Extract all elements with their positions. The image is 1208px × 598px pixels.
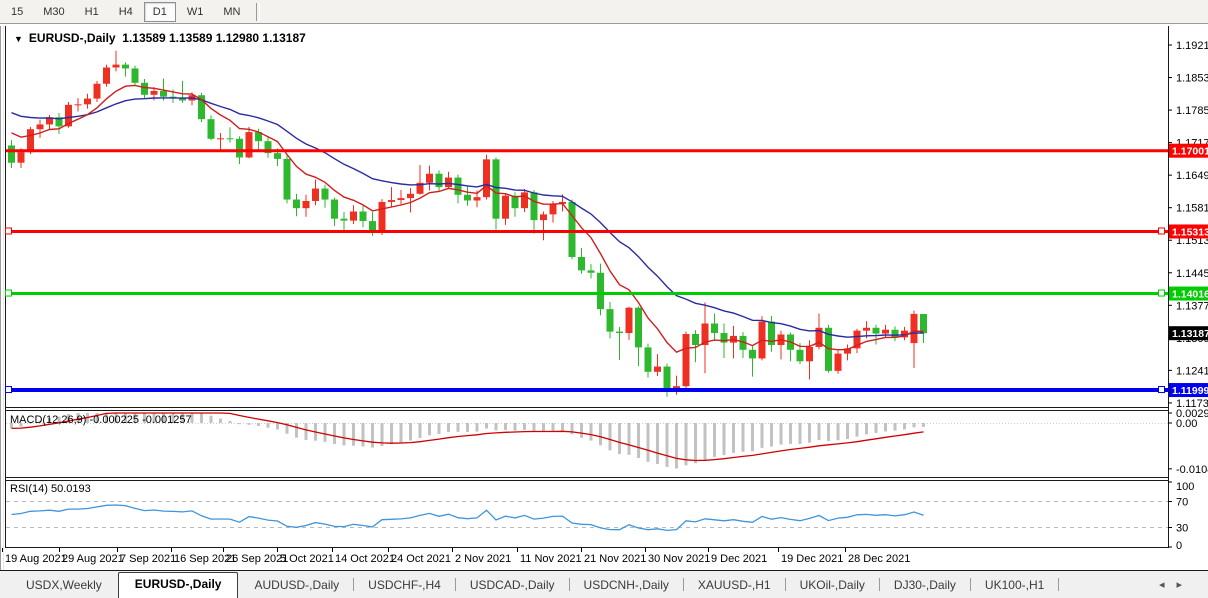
rsi-tick-label: 30 bbox=[1176, 523, 1188, 535]
ma-slow-blue-line bbox=[12, 98, 924, 337]
chart-canvas[interactable]: 1.192101.185301.178501.171701.164901.158… bbox=[0, 0, 1208, 598]
macd-name: MACD(12,26,9) bbox=[10, 414, 86, 426]
date-label: 28 Dec 2021 bbox=[848, 553, 910, 565]
chart-dropdown-icon[interactable]: ▼ bbox=[14, 34, 23, 44]
rsi-tick-label: 100 bbox=[1176, 481, 1194, 493]
chart-symbol-label: EURUSD-,Daily bbox=[29, 31, 116, 45]
hline-drag-handle[interactable] bbox=[1159, 387, 1165, 393]
tab-usdchf-h4[interactable]: USDCHF-,H4 bbox=[354, 574, 455, 598]
tab-usdx-weekly[interactable]: USDX,Weekly bbox=[12, 574, 116, 598]
price-tick-label: 1.13770 bbox=[1176, 300, 1208, 312]
date-label: 29 Aug 2021 bbox=[62, 553, 124, 565]
hline-1.14016[interactable] bbox=[6, 290, 1169, 296]
symbol-tab-bar: USDX,WeeklyEURUSD-,DailyAUDUSD-,DailyUSD… bbox=[0, 570, 1208, 598]
hline-drag-handle[interactable] bbox=[6, 290, 12, 296]
macd-axis[interactable]: 0.0029660.00-0.01042 bbox=[1168, 408, 1208, 476]
tab-dj30-daily[interactable]: DJ30-,Daily bbox=[880, 574, 970, 598]
price-badge-1.14016: 1.14016 bbox=[1172, 289, 1208, 301]
rsi-line bbox=[12, 505, 924, 530]
moving-averages bbox=[12, 85, 924, 352]
tab-scroll-left-icon[interactable]: ◂ bbox=[1159, 579, 1177, 591]
date-label: 24 Oct 2021 bbox=[391, 553, 451, 565]
price-tick-label: 1.16490 bbox=[1176, 170, 1208, 182]
macd-values: -0.000225 -0.001257 bbox=[89, 414, 191, 426]
ma-fast-red-line bbox=[12, 85, 924, 352]
date-label: 14 Oct 2021 bbox=[335, 553, 395, 565]
hline-drag-handle[interactable] bbox=[6, 228, 12, 234]
rsi-tick-label: 0 bbox=[1176, 540, 1182, 552]
tab-audusd-daily[interactable]: AUDUSD-,Daily bbox=[240, 574, 353, 598]
tab-xauusd-h1[interactable]: XAUUSD-,H1 bbox=[684, 574, 785, 598]
date-label: 11 Nov 2021 bbox=[520, 553, 582, 565]
price-badge-1.13187: 1.13187 bbox=[1172, 328, 1208, 340]
price-tick-label: 1.12410 bbox=[1176, 365, 1208, 377]
date-label: 9 Dec 2021 bbox=[711, 553, 767, 565]
candlesticks bbox=[8, 51, 927, 397]
price-tick-label: 1.18530 bbox=[1176, 73, 1208, 85]
tab-scroll-arrows: ◂▸ bbox=[1159, 578, 1194, 591]
tab-ukoil-daily[interactable]: UKOil-,Daily bbox=[786, 574, 879, 598]
date-label: 19 Dec 2021 bbox=[781, 553, 843, 565]
price-tick-label: 1.17850 bbox=[1176, 105, 1208, 117]
rsi-tick-label: 70 bbox=[1176, 497, 1188, 509]
rsi-indicator-label: RSI(14) 50.0193 bbox=[10, 483, 91, 495]
price-badge-1.11999: 1.11999 bbox=[1172, 385, 1208, 397]
macd-tick-label: 0.00 bbox=[1176, 418, 1197, 430]
time-axis[interactable]: 19 Aug 202129 Aug 20217 Sep 202116 Sep 2… bbox=[3, 548, 911, 565]
date-label: 30 Nov 2021 bbox=[648, 553, 710, 565]
hline-drag-handle[interactable] bbox=[1159, 228, 1165, 234]
rsi-value: 50.0193 bbox=[51, 483, 91, 495]
rsi-name: RSI(14) bbox=[10, 483, 48, 495]
rsi-pane[interactable] bbox=[6, 502, 1168, 531]
chart-title: ▼ EURUSD-,Daily 1.13589 1.13589 1.12980 1… bbox=[14, 31, 306, 45]
tab-eurusd-daily[interactable]: EURUSD-,Daily bbox=[118, 572, 239, 598]
macd-indicator-label: MACD(12,26,9) -0.000225 -0.001257 bbox=[10, 414, 192, 426]
hline-drag-handle[interactable] bbox=[1159, 290, 1165, 296]
rsi-axis[interactable]: 100 70 30 0 bbox=[1168, 481, 1194, 552]
price-badge-1.15313: 1.15313 bbox=[1172, 226, 1208, 238]
terminal-window: 15M30H1H4D1W1MN 1.192101.185301.178501.1… bbox=[0, 0, 1208, 598]
date-label: 7 Sep 2021 bbox=[120, 553, 176, 565]
tab-scroll-right-icon[interactable]: ▸ bbox=[1176, 579, 1194, 591]
tab-separator bbox=[1058, 578, 1059, 591]
price-badge-1.17001: 1.17001 bbox=[1172, 146, 1208, 158]
macd-tick-label: -0.01042 bbox=[1176, 464, 1208, 476]
date-label: 19 Aug 2021 bbox=[5, 553, 67, 565]
price-tick-label: 1.19210 bbox=[1176, 40, 1208, 52]
price-tick-label: 1.15810 bbox=[1176, 203, 1208, 215]
date-label: 2 Nov 2021 bbox=[455, 553, 511, 565]
tab-usdcad-daily[interactable]: USDCAD-,Daily bbox=[456, 574, 569, 598]
price-tick-label: 1.14450 bbox=[1176, 268, 1208, 280]
date-label: 5 Oct 2021 bbox=[280, 553, 334, 565]
date-label: 21 Nov 2021 bbox=[584, 553, 646, 565]
chart-ohlc-values: 1.13589 1.13589 1.12980 1.13187 bbox=[122, 31, 306, 45]
tab-usdcnh-daily[interactable]: USDCNH-,Daily bbox=[570, 574, 683, 598]
pane-borders bbox=[1, 26, 1170, 570]
tab-uk100-h1[interactable]: UK100-,H1 bbox=[971, 574, 1058, 598]
hline-1.11999[interactable] bbox=[6, 387, 1169, 393]
hline-drag-handle[interactable] bbox=[6, 387, 12, 393]
